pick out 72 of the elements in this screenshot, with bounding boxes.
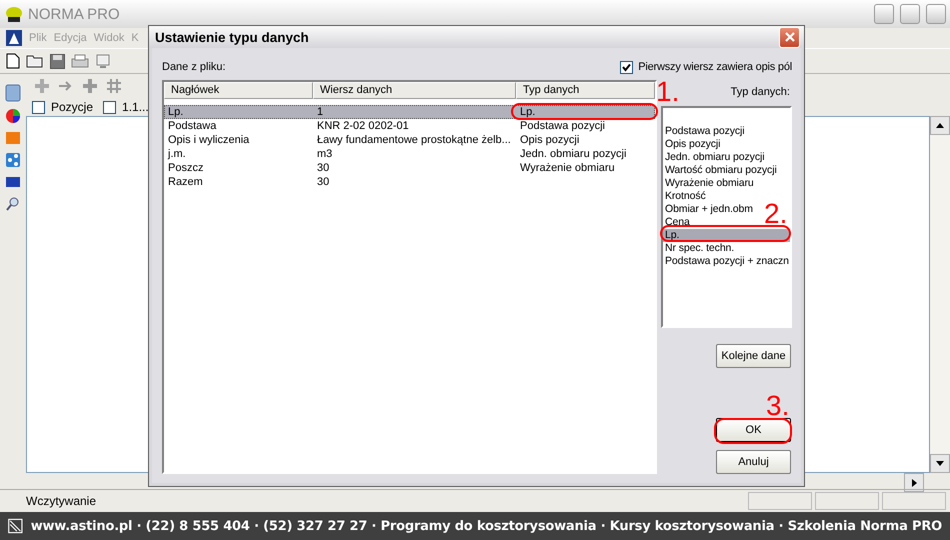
table-cell-text: Ławy fundamentowe prostokątne żelb... [316,134,512,147]
calculator-icon[interactable] [5,84,21,102]
cancel-button[interactable]: Anuluj [716,450,791,474]
table-cell-text: Podstawa [167,120,218,133]
list-item[interactable]: Wartość obmiaru pozycji [663,164,777,177]
table-cell-text: m3 [316,148,334,161]
dialog-title: Ustawienie typu danych [155,30,310,44]
footer-text: www.astino.pl · (22) 8 555 404 · (52) 327 27 27 · Programy do kosztorysowania · Kursy kosztorysowania · Szkolenia Norma PRO [30,518,942,534]
table-cell-text: 30 [316,162,330,175]
list-item[interactable]: Podstawa pozycji [663,125,745,138]
close-button[interactable] [926,4,946,24]
share-icon[interactable] [5,152,21,168]
status-pane [748,492,812,510]
checkbox[interactable] [32,100,45,114]
ok-button[interactable]: OK [716,418,791,442]
table-cell-text: Podstawa pozycji [519,120,606,133]
checkbox[interactable] [103,100,116,114]
source-label: Dane z pliku: [162,61,226,73]
right-arrow-icon[interactable] [912,478,916,486]
folder-icon[interactable] [26,54,44,68]
search-icon[interactable] [5,196,21,212]
table-cell-text: 30 [316,176,330,189]
document-icon [6,30,22,46]
step-number: 2. [764,200,788,228]
list-item[interactable]: Jedn. obmiaru pozycji [663,151,764,164]
checkbox-label: Pozycje [51,100,94,114]
down-arrow-icon[interactable] [936,461,944,466]
step-number: 3. [766,392,790,420]
color-wheel-icon[interactable] [5,108,21,124]
status-pane [815,492,879,510]
table-cell-text: Opis i wyliczenia [167,134,250,147]
selected-row[interactable]: Lp. 1 Lp. [164,105,655,119]
list-item[interactable]: Krotność [663,190,706,203]
list-item[interactable]: Podstawa pozycji + znaczn [663,255,789,268]
save-icon[interactable] [50,54,65,68]
step-number: 1. [656,78,680,106]
status-pane [882,492,946,510]
app-logo-icon [4,5,24,23]
logo-icon [8,516,23,536]
table-cell-text: j.m. [166,148,187,161]
column-header[interactable]: Wiersz danych [313,82,516,99]
column-header[interactable]: Typ danych [516,82,655,99]
list-item[interactable]: Obmiar + jedn.obm [663,203,753,216]
scrollbar[interactable] [930,116,950,473]
table-cell-text: Poszcz [167,162,204,175]
column-header[interactable]: Nagłówek [164,82,313,99]
minimize-button[interactable] [874,4,894,24]
table-cell-text: 1 [316,106,324,119]
checkbox[interactable] [620,60,634,74]
up-arrow-icon[interactable] [936,123,944,128]
checkbox-label: Pierwszy wiersz zawiera opis pól [638,61,792,73]
table-cell-text: KNR 2-02 0202-01 [316,120,410,133]
maximize-button[interactable] [900,4,920,24]
list-item[interactable]: Opis pozycji [663,138,720,151]
table-cell-text: Lp. [167,106,184,119]
table-cell-text: Wyrażenie obmiaru [519,162,616,175]
list-item[interactable]: Wyrażenie obmiaru [663,177,754,190]
printer-icon[interactable] [71,54,89,68]
status-text: Wczytywanie [26,494,98,508]
list-item[interactable]: Nr spec. techn. [663,242,734,255]
table-cell-text: Razem [167,176,204,189]
monitor-icon[interactable] [95,54,111,68]
table-cell-text: Jedn. obmiaru pozycji [519,148,628,161]
types-label: Typ danych: [730,86,791,100]
next-button[interactable]: Kolejne dane [716,344,791,368]
list-item[interactable]: Cena [663,216,690,229]
close-icon [784,31,796,43]
table-cell-text: Opis pozycji [519,134,580,147]
table-cell-text: Lp. [519,106,536,119]
new-file-icon[interactable] [6,53,20,69]
checkbox-label: 1.1... [122,100,149,114]
window-title: NORMA PRO [28,6,120,22]
